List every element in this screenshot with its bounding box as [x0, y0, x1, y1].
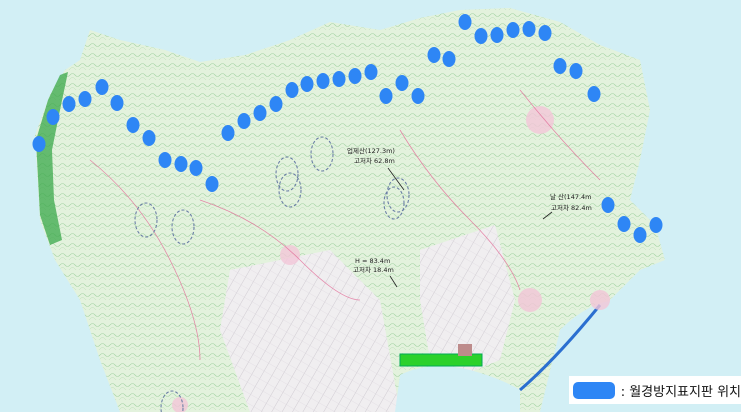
boundary-marker-12[interactable]	[205, 176, 219, 192]
boundary-marker-1[interactable]	[32, 136, 46, 152]
boundary-marker-11[interactable]	[189, 160, 203, 176]
project-building	[458, 344, 472, 356]
boundary-marker-15[interactable]	[253, 105, 267, 121]
boundary-marker-40[interactable]	[649, 217, 663, 233]
boundary-marker-10[interactable]	[174, 156, 188, 172]
boundary-marker-8[interactable]	[142, 130, 156, 146]
boundary-marker-19[interactable]	[316, 73, 330, 89]
boundary-marker-17[interactable]	[285, 82, 299, 98]
boundary-marker-26[interactable]	[427, 47, 441, 63]
boundary-marker-20[interactable]	[332, 71, 346, 87]
boundary-marker-37[interactable]	[601, 197, 615, 213]
boundary-marker-25[interactable]	[411, 88, 425, 104]
boundary-marker-3[interactable]	[62, 96, 76, 112]
boundary-marker-9[interactable]	[158, 152, 172, 168]
boundary-marker-2[interactable]	[46, 109, 60, 125]
annotation-peak-2-diff: 고저차 82.4m	[551, 203, 592, 212]
boundary-marker-18[interactable]	[300, 76, 314, 92]
annotation-peak-1-diff: 고저차 62.8m	[354, 156, 395, 165]
annotation-peak-1-name: 업제산(127.3m)	[347, 146, 395, 155]
boundary-marker-35[interactable]	[569, 63, 583, 79]
annotation-elev-h: H = 83.4m	[355, 257, 390, 265]
boundary-marker-30[interactable]	[490, 27, 504, 43]
boundary-marker-28[interactable]	[458, 14, 472, 30]
boundary-marker-29[interactable]	[474, 28, 488, 44]
boundary-marker-24[interactable]	[395, 75, 409, 91]
legend-swatch	[573, 381, 615, 399]
boundary-marker-22[interactable]	[364, 64, 378, 80]
boundary-marker-32[interactable]	[522, 21, 536, 37]
boundary-marker-38[interactable]	[617, 216, 631, 232]
boundary-marker-21[interactable]	[348, 68, 362, 84]
boundary-marker-23[interactable]	[379, 88, 393, 104]
boundary-marker-4[interactable]	[78, 91, 92, 107]
boundary-marker-5[interactable]	[95, 79, 109, 95]
boundary-marker-36[interactable]	[587, 86, 601, 102]
annotation-elev-diff: 고저차 18.4m	[353, 265, 394, 274]
annotation-peak-2-name: 날 산(147.4m	[550, 192, 592, 201]
boundary-marker-13[interactable]	[221, 125, 235, 141]
boundary-marker-27[interactable]	[442, 51, 456, 67]
legend-label: : 월경방지표지판 위치	[620, 384, 741, 400]
boundary-marker-39[interactable]	[633, 227, 647, 243]
legend: : 월경방지표지판 위치	[569, 376, 741, 404]
boundary-marker-31[interactable]	[506, 22, 520, 38]
map-svg: 업제산(127.3m) 고저차 62.8m 날 산(147.4m 고저차 82.…	[32, 8, 741, 412]
map-canvas: 업제산(127.3m) 고저차 62.8m 날 산(147.4m 고저차 82.…	[0, 0, 741, 412]
boundary-marker-14[interactable]	[237, 113, 251, 129]
boundary-marker-6[interactable]	[110, 95, 124, 111]
boundary-marker-16[interactable]	[269, 96, 283, 112]
boundary-marker-33[interactable]	[538, 25, 552, 41]
boundary-marker-34[interactable]	[553, 58, 567, 74]
boundary-marker-7[interactable]	[126, 117, 140, 133]
